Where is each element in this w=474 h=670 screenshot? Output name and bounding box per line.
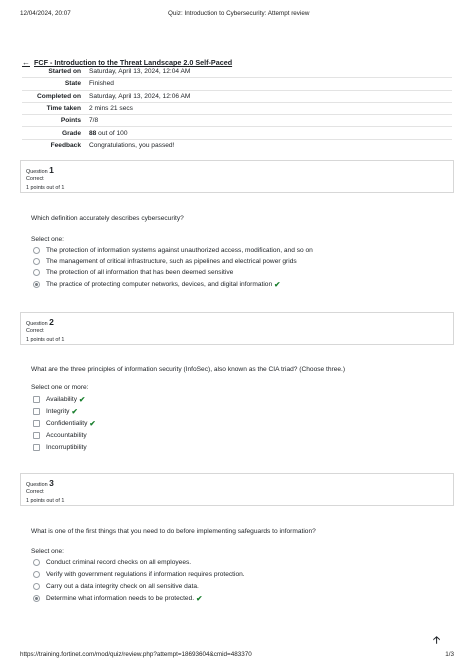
- radio-button[interactable]: [33, 571, 40, 578]
- checkbox[interactable]: [33, 396, 40, 403]
- print-url: https://training.fortinet.com/mod/quiz/r…: [20, 651, 252, 658]
- question-info-box: Question 2 Correct 1 points out of 1: [20, 312, 454, 345]
- select-label: Select one:: [31, 548, 64, 555]
- answer-option[interactable]: The protection of information systems ag…: [33, 246, 313, 255]
- question-text: What are the three principles of informa…: [31, 366, 346, 373]
- answer-option-selected[interactable]: Determine what information needs to be p…: [33, 594, 202, 603]
- answer-option[interactable]: Accountability: [33, 431, 87, 440]
- grade-out-of: out of 100: [96, 129, 128, 137]
- check-mark-icon: ✔: [274, 280, 281, 289]
- answer-option[interactable]: The protection of all information that h…: [33, 268, 233, 277]
- radio-button-selected[interactable]: [33, 595, 40, 602]
- summary-value: 88 out of 100: [85, 126, 452, 140]
- answer-option-selected[interactable]: Availability ✔: [33, 395, 85, 404]
- radio-button[interactable]: [33, 247, 40, 254]
- answer-option[interactable]: Incorruptibility: [33, 443, 87, 452]
- answer-option-selected[interactable]: Integrity ✔: [33, 407, 78, 416]
- summary-value: Congratulations, you passed!: [85, 138, 452, 152]
- radio-button[interactable]: [33, 559, 40, 566]
- summary-row: Completed on Saturday, April 13, 2024, 1…: [22, 89, 452, 103]
- print-datetime: 12/04/2024, 20:07: [20, 10, 71, 17]
- question-state: Correct: [26, 489, 44, 495]
- answer-option[interactable]: The management of critical infrastructur…: [33, 257, 297, 266]
- check-mark-icon: ✔: [196, 594, 203, 603]
- answer-option[interactable]: Conduct criminal record checks on all em…: [33, 558, 191, 567]
- summary-value: 2 mins 21 secs: [85, 101, 452, 115]
- summary-label: Time taken: [22, 101, 85, 115]
- question-info-box: Question 3 Correct 1 points out of 1: [20, 473, 454, 506]
- summary-label: Feedback: [22, 138, 85, 152]
- summary-row: Points 7/8: [22, 114, 452, 127]
- arrow-up-icon[interactable]: 🡡: [433, 633, 440, 650]
- question-text: What is one of the first things that you…: [31, 528, 316, 535]
- question-number: Question 3: [26, 478, 54, 488]
- check-mark-icon: ✔: [89, 419, 96, 428]
- check-mark-icon: ✔: [79, 395, 86, 404]
- radio-button[interactable]: [33, 258, 40, 265]
- checkbox[interactable]: [33, 444, 40, 451]
- radio-button[interactable]: [33, 269, 40, 276]
- summary-value: 7/8: [85, 114, 452, 127]
- question-number: Question 2: [26, 317, 54, 327]
- attempt-summary-table: Started on Saturday, April 13, 2024, 12:…: [22, 66, 452, 152]
- summary-row: State Finished: [22, 77, 452, 91]
- radio-button[interactable]: [33, 583, 40, 590]
- summary-row: Grade 88 out of 100: [22, 126, 452, 140]
- question-text: Which definition accurately describes cy…: [31, 215, 184, 222]
- summary-row: Started on Saturday, April 13, 2024, 12:…: [22, 66, 452, 78]
- answer-option[interactable]: Verify with government regulations if in…: [33, 570, 245, 579]
- question-state: Correct: [26, 328, 44, 334]
- question-points: 1 points out of 1: [26, 498, 65, 504]
- summary-row: Time taken 2 mins 21 secs: [22, 101, 452, 115]
- question-points: 1 points out of 1: [26, 185, 65, 191]
- print-header: 12/04/2024, 20:07 Quiz: Introduction to …: [20, 10, 454, 17]
- question-points: 1 points out of 1: [26, 337, 65, 343]
- summary-value: Saturday, April 13, 2024, 12:06 AM: [85, 89, 452, 103]
- summary-label: Points: [22, 114, 85, 127]
- summary-value: Finished: [85, 77, 452, 91]
- print-page-number: 1/3: [445, 651, 454, 658]
- question-state: Correct: [26, 176, 44, 182]
- checkbox[interactable]: [33, 420, 40, 427]
- summary-label: Grade: [22, 126, 85, 140]
- summary-label: State: [22, 77, 85, 91]
- radio-button-selected[interactable]: [33, 281, 40, 288]
- answer-option[interactable]: Carry out a data integrity check on all …: [33, 582, 199, 591]
- answer-option-selected[interactable]: The practice of protecting computer netw…: [33, 280, 280, 289]
- checkbox[interactable]: [33, 408, 40, 415]
- summary-label: Started on: [48, 68, 81, 76]
- check-mark-icon: ✔: [71, 407, 78, 416]
- select-label: Select one or more:: [31, 384, 89, 391]
- checkbox[interactable]: [33, 432, 40, 439]
- question-number: Question 1: [26, 165, 54, 175]
- summary-row: Feedback Congratulations, you passed!: [22, 138, 452, 152]
- print-title: Quiz: Introduction to Cybersecurity: Att…: [168, 10, 310, 17]
- select-label: Select one:: [31, 236, 64, 243]
- summary-label: Completed on: [22, 89, 85, 103]
- summary-value: Saturday, April 13, 2024, 12:04 AM: [89, 68, 191, 76]
- question-info-box: Question 1 Correct 1 points out of 1: [20, 160, 454, 193]
- print-footer: https://training.fortinet.com/mod/quiz/r…: [20, 651, 454, 658]
- answer-option-selected[interactable]: Confidentiality ✔: [33, 419, 96, 428]
